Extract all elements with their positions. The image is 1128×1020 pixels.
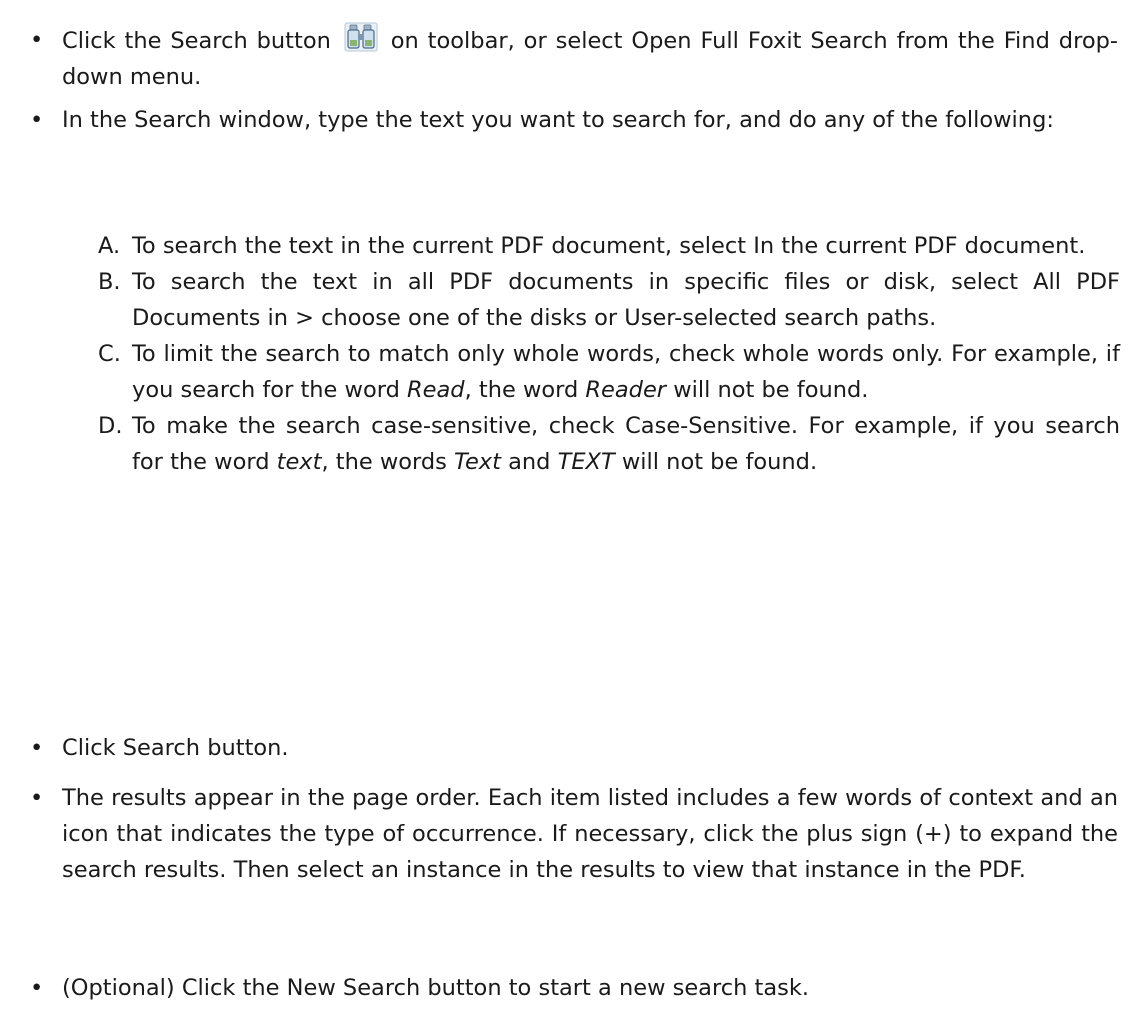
- list-text: To limit the search to match only whole …: [132, 341, 1120, 403]
- bullet-text: Click Search button.: [62, 735, 289, 761]
- bullet-mark: •: [30, 27, 44, 53]
- bullet-item-new-search: • (Optional) Click the New Search button…: [30, 970, 1118, 1006]
- bullet-item-open-search: • Click the Search button on toolbar, or…: [30, 22, 1118, 95]
- bullet-item-results: • The results appear in the page order. …: [30, 780, 1118, 888]
- list-item-option-a: A. To search the text in the current PDF…: [98, 228, 1120, 264]
- list-letter: C.: [98, 341, 121, 367]
- bullet-text: (Optional) Click the New Search button t…: [62, 975, 810, 1001]
- binoculars-search-icon: [344, 22, 378, 52]
- bullet-text: The results appear in the page order. Ea…: [62, 785, 1118, 883]
- bullet-mark: •: [30, 735, 44, 761]
- list-letter: B.: [98, 269, 121, 295]
- list-letter: A.: [98, 233, 121, 259]
- list-item-option-b: B. To search the text in all PDF documen…: [98, 264, 1120, 336]
- search-options-list: A. To search the text in the current PDF…: [98, 228, 1120, 480]
- list-text: To search the text in all PDF documents …: [132, 269, 1120, 331]
- list-text: To make the search case-sensitive, check…: [132, 413, 1120, 475]
- bullet-item-click-search: • Click Search button.: [30, 730, 1118, 766]
- bullet-mark: •: [30, 975, 44, 1001]
- document-page: • Click the Search button on toolbar, or…: [0, 0, 1128, 1020]
- bullet-item-search-window: • In the Search window, type the text yo…: [30, 102, 1118, 138]
- list-text: To search the text in the current PDF do…: [132, 233, 1086, 259]
- bullet-mark: •: [30, 785, 44, 811]
- list-item-option-d: D. To make the search case-sensitive, ch…: [98, 408, 1120, 480]
- bullet-text: In the Search window, type the text you …: [62, 107, 1054, 133]
- list-item-option-c: C. To limit the search to match only who…: [98, 336, 1120, 408]
- bullet-text: Click the Search button on toolbar, or s…: [62, 22, 1118, 95]
- bullet-mark: •: [30, 107, 44, 133]
- list-letter: D.: [98, 413, 123, 439]
